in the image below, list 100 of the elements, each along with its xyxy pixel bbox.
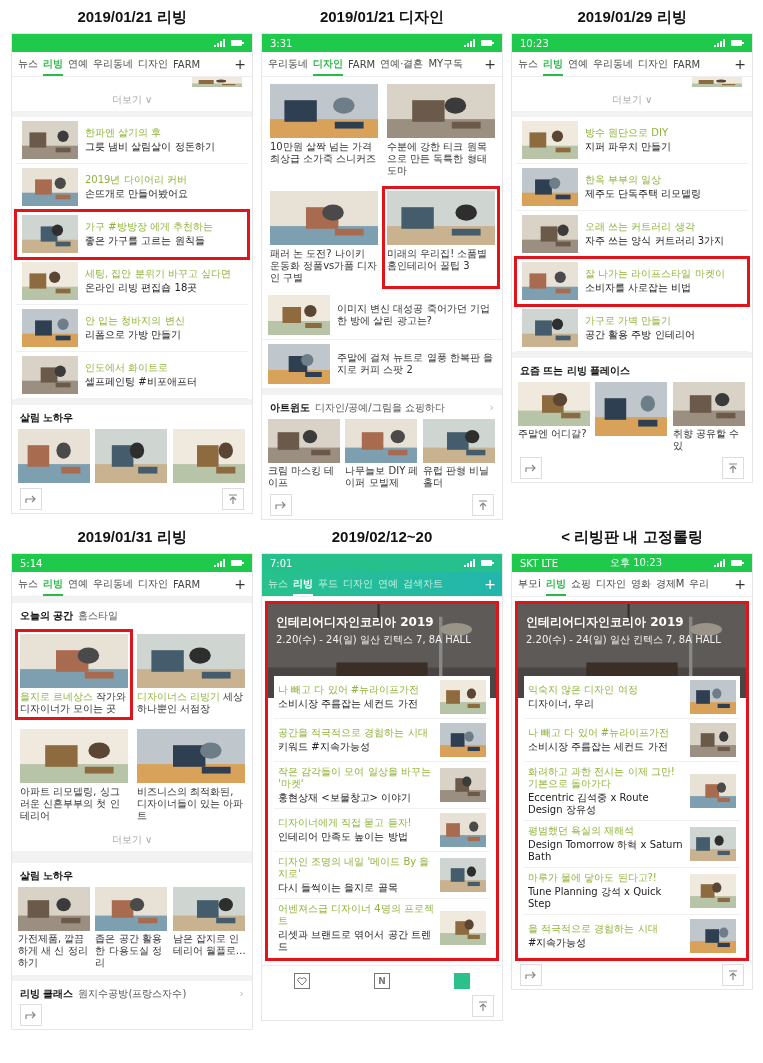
article-item[interactable]: 가구로 가벽 만들기 공간 활용 주방 인테리어 [516,305,748,352]
scroll-top-button[interactable] [222,488,244,510]
article-headline: 화려하고 과한 전시는 이제 그만! 기본으로 돌아가다 [528,766,676,790]
category-tab[interactable]: FARM [673,53,701,75]
category-tab[interactable]: 쇼핑 [570,572,591,596]
article-title: 지퍼 파우치 만들기 [585,141,673,153]
share-button[interactable] [20,488,42,510]
article-title: 다시 들썩이는 을지로 골목 [278,882,399,894]
card-text: 10만원 살짝 넘는 가격 최상급 소가죽 스니커즈 [270,141,378,165]
category-tab[interactable]: 우리동네 [593,52,633,76]
share-button[interactable] [520,457,542,479]
article-headline: 세팅, 집안 분위기 바꾸고 싶다면 [85,268,232,280]
category-tab[interactable]: FARM [173,573,201,595]
category-tab[interactable]: 뉴스 [18,52,38,76]
scroll-top-icon [728,969,738,981]
article-title: 인테리어 만족도 높이는 방법 [278,831,409,843]
category-tab[interactable]: 연예 [568,52,588,76]
share-button[interactable] [20,1004,42,1026]
category-tab[interactable]: 우리동네 [93,572,133,596]
category-tab[interactable]: 영화 [630,572,651,596]
category-tab[interactable]: 경제M [655,572,685,596]
scroll-top-button[interactable] [472,494,494,516]
article-card[interactable]: 디자이너스 리빙기 세상 하나뿐인 서점장 [135,632,247,717]
article-title: 이미지 변신 대성공 죽어가던 기업 한 방에 살린 광고는? [337,303,491,327]
article-item[interactable]: 세팅, 집안 분위기 바꾸고 싶다면 온라인 리빙 편집숍 18곳 [16,258,248,305]
category-tab[interactable]: 뉴스 [518,52,538,76]
share-button[interactable] [520,964,542,986]
article-headline: 방수 원단으로 DIY [585,127,670,139]
scroll-top-button[interactable] [472,995,494,1017]
status-time: 7:01 [270,557,293,569]
article-item[interactable]: 2019년 다이어리 커버 손뜨개로 만들어봤어요 [16,164,248,211]
article-item[interactable]: 한옥 부부의 일상 제주도 단독주택 리모델링 [516,164,748,211]
article-card[interactable]: 패러 논 도전? 나이키 운동화 정품vs가품 디자인 구별 [268,189,380,286]
article-card[interactable]: 비즈니스의 최적화된, 디자이너들이 있는 아파트 [135,727,247,824]
article-item[interactable]: 인도에서 화이트로 셀프페인팅 #비포애프터 [16,352,248,399]
article-card[interactable]: 10만원 살짝 넘는 가격 최상급 소가죽 스니커즈 [268,82,380,179]
article-headline: 한옥 부부의 일상 [585,174,663,186]
category-tab[interactable]: 디자인 [138,572,168,596]
article-item[interactable]: 방수 원단으로 DIY 지퍼 파우치 만들기 [516,117,748,164]
article-headline: 가구로 가벽 만들기 [585,315,673,327]
panel-title: 2019/01/21 리빙 [77,8,187,27]
article-item[interactable]: 오래 쓰는 커트러리 생각 자주 쓰는 양식 커트러리 3가지 [516,211,748,258]
category-tab[interactable]: 디자인 [638,52,668,76]
category-tab[interactable]: 우리 [689,572,710,596]
article-title: Design Tomorrow 하혁 x Saturn Bath [528,839,684,863]
home-icon[interactable]: N [374,973,390,989]
article-item[interactable]: 안 입는 청바지의 변신 리폼으로 가방 만들기 [16,305,248,352]
add-tab-button[interactable]: + [234,576,246,592]
scroll-top-icon [478,499,488,511]
card-caption: 남은 잡지로 인테리어 월플로… [172,933,246,957]
card-text: 을지로 르네상스 작가와 디자이너가 모이는 곳 [20,691,128,715]
category-tab[interactable]: 연예 [68,52,88,76]
share-button[interactable] [270,494,292,516]
card-text: 비즈니스의 최적화된, 디자이너들이 있는 아파트 [137,786,245,822]
category-tab[interactable]: 부모i [518,572,541,596]
article-headline: 공간을 적극적으로 경험하는 시대 [278,727,429,739]
article-title: 키워드 #지속가능성 [278,741,371,753]
category-tab[interactable]: 디자인 [595,572,626,596]
category-tab[interactable]: 연예·결혼 [380,52,424,76]
article-card[interactable]: 수분에 강한 티크 원목으로 만든 독특한 형태 도마 [385,82,497,179]
section-subtitle: 디자인/공예/그림을 쇼핑하다 [315,401,445,415]
category-tab[interactable]: 우리동네 [93,52,133,76]
article-card[interactable]: 을지로 르네상스 작가와 디자이너가 모이는 곳 [18,632,130,717]
add-tab-button[interactable]: + [734,576,746,592]
category-tab[interactable]: FARM [348,53,376,75]
article-headline: 한파엔 살기의 후 [85,127,163,139]
article-headline: 어벤져스급 디자이너 4명의 프로젝트 [278,903,435,927]
grid-icon[interactable] [454,973,470,989]
panel-title: 2019/01/21 디자인 [319,8,445,27]
article-item[interactable]: 잘 나가는 라이프스타일 마켓이 소비자를 사로잡는 비법 [516,258,748,305]
category-tab[interactable]: 연예 [68,572,88,596]
category-tab[interactable]: MY구독 [428,52,464,76]
share-icon [275,500,287,510]
scroll-top-button[interactable] [722,964,744,986]
scroll-top-button[interactable] [722,457,744,479]
category-tab[interactable]: 우리동네 [268,52,308,76]
category-tab[interactable]: FARM [173,53,201,75]
card-text: 미래의 우리집! 소품별 홈인테리어 꿀팁 3 [387,248,489,272]
category-tab[interactable]: 뉴스 [18,572,38,596]
add-tab-button[interactable]: + [234,56,246,72]
article-headline: 잘 나가는 라이프스타일 마켓이 [585,268,726,280]
article-item[interactable]: 한파엔 살기의 후 그릇 냄비 살림살이 정돈하기 [16,117,248,164]
article-title: 제주도 단독주택 리모델링 [585,188,703,200]
article-item[interactable]: 가구 #방방장 에게 추천하는 좋은 가구를 고르는 원칙들 [16,211,248,258]
signal-battery-icon [714,559,744,567]
add-tab-button[interactable]: + [484,56,496,72]
article-card[interactable]: 아파트 리모델링, 싱그러운 신혼부부의 첫 인테리어 [18,727,130,824]
signal-battery-icon [214,39,244,47]
category-tab[interactable]: 디자인 [138,52,168,76]
card-caption: 나무늘보 DIY 페이퍼 모빌제 [345,465,419,489]
article-headline: 오래 쓰는 커트러리 생각 [585,221,696,233]
article-card[interactable]: 미래의 우리집! 소품별 홈인테리어 꿀팁 3 [385,189,497,286]
scroll-top-icon [228,493,238,505]
status-time: 5:14 [20,557,43,569]
card-caption: 가전제품, 깔끔하게 새 신 정리하기 [18,933,89,969]
add-tab-button[interactable]: + [734,56,746,72]
article-title: 소비자를 사로잡는 비법 [585,282,693,294]
panel-title: < 리빙판 내 고정롤링 [561,528,703,547]
article-title: 홍현상재 <보물창고> 이야기 [278,792,413,804]
article-headline: 작은 감각들이 모여 일상을 바꾸는 '마켓' [278,766,432,790]
